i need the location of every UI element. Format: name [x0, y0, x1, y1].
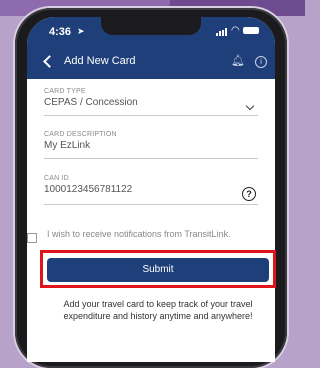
notifications-label: I wish to receive notifications from Tra…: [47, 229, 231, 239]
notifications-checkbox[interactable]: [27, 233, 37, 243]
card-type-value: CEPAS / Concession: [44, 97, 138, 108]
info-icon[interactable]: i: [255, 56, 267, 68]
app-header: 4:36 ➤ ◠ Add New Card 🔔︎ i: [27, 17, 275, 79]
card-description-field[interactable]: CARD DESCRIPTION My EzLink: [44, 131, 258, 159]
phone-notch: [101, 17, 201, 35]
divider: [44, 158, 258, 159]
footer-message: Add your travel card to keep track of yo…: [63, 299, 253, 321]
can-id-label: CAN ID: [44, 175, 69, 182]
signal-icon: [216, 28, 228, 36]
card-type-label: CARD TYPE: [44, 88, 86, 95]
can-id-value: 1000123456781122: [44, 184, 133, 195]
submit-button[interactable]: Submit: [47, 258, 269, 282]
status-bar: 4:36 ➤ ◠: [27, 17, 275, 43]
wifi-icon: ◠: [231, 25, 240, 36]
divider: [44, 115, 258, 116]
card-type-select[interactable]: CARD TYPE CEPAS / Concession: [44, 88, 258, 116]
can-id-field[interactable]: CAN ID 1000123456781122 ?: [44, 175, 258, 205]
nav-bar: Add New Card 🔔︎ i: [27, 47, 275, 77]
divider: [44, 204, 258, 205]
battery-icon: [243, 27, 259, 34]
back-arrow-icon[interactable]: [41, 54, 55, 70]
bell-icon[interactable]: 🔔︎: [231, 54, 245, 67]
page-title: Add New Card: [64, 55, 136, 67]
status-time: 4:36: [49, 26, 72, 38]
location-arrow-icon: ➤: [77, 26, 85, 36]
card-description-label: CARD DESCRIPTION: [44, 131, 117, 138]
card-description-value: My EzLink: [44, 140, 91, 151]
help-icon[interactable]: ?: [242, 187, 256, 201]
